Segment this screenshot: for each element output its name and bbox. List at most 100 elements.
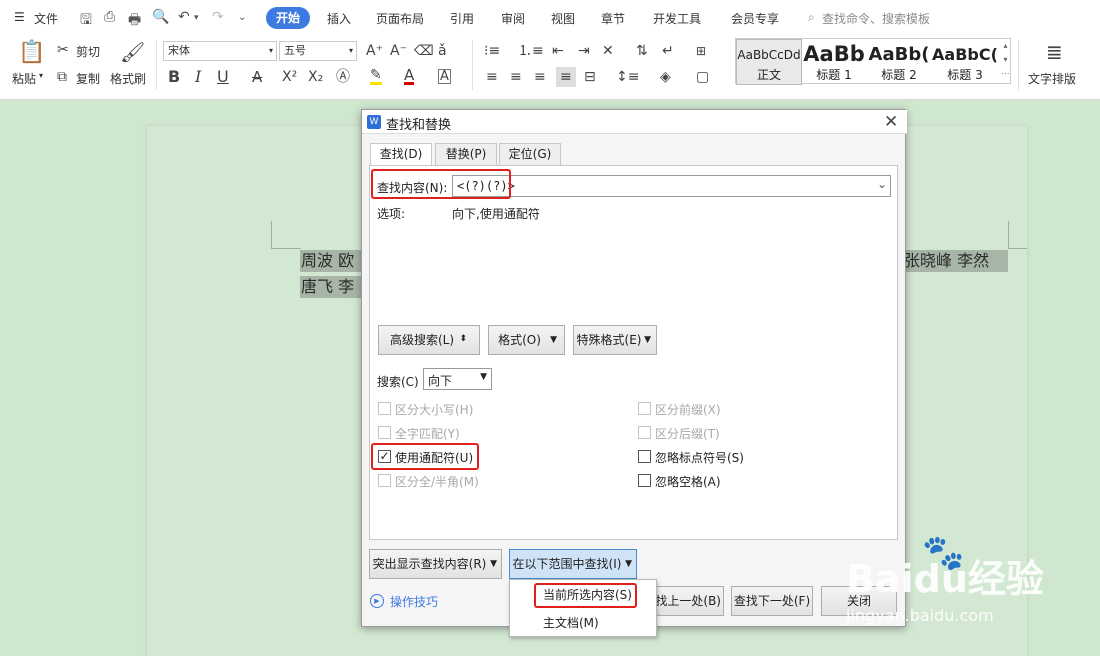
font-name-select[interactable]: 宋体 ▾ <box>163 41 277 61</box>
file-menu[interactable]: 文件 <box>34 10 58 27</box>
style-preview: AaBb( <box>868 44 930 65</box>
grow-font-icon[interactable]: A⁺ <box>366 43 383 59</box>
clear-format-icon[interactable]: ⌫ <box>414 43 434 59</box>
save-icon[interactable]: 🖫 <box>80 9 92 33</box>
sort-icon[interactable]: ⇅ <box>636 43 648 59</box>
tips-link[interactable]: 操作技巧 <box>390 593 438 610</box>
tab-developer[interactable]: 开发工具 <box>653 10 701 27</box>
align-left-icon[interactable]: ≡ <box>486 69 498 85</box>
document-text-line[interactable]: 唐飞 李 <box>300 276 365 298</box>
tab-review[interactable]: 审阅 <box>501 10 525 27</box>
tab-sections[interactable]: 章节 <box>601 10 625 27</box>
find-next-button[interactable]: 查找下一处(F) <box>731 586 813 616</box>
align-center-icon[interactable]: ≡ <box>510 69 522 85</box>
shrink-font-icon[interactable]: A⁻ <box>390 43 407 59</box>
style-heading-3[interactable]: AaBbC( 标题 3 <box>932 39 998 85</box>
match-width-checkbox[interactable] <box>378 474 391 487</box>
match-prefix-checkbox[interactable] <box>638 402 651 415</box>
whole-word-checkbox[interactable] <box>378 426 391 439</box>
find-in-button[interactable]: 在以下范围中查找(I) ▼ <box>509 549 637 579</box>
paste-button[interactable]: 粘贴 <box>12 70 36 87</box>
match-case-checkbox[interactable] <box>378 402 391 415</box>
text-layout-button[interactable]: 文字排版 <box>1028 70 1076 87</box>
tab-page-layout[interactable]: 页面布局 <box>376 10 424 27</box>
document-text-line[interactable]: 张晓峰 李然 <box>904 250 1008 272</box>
match-suffix-checkbox[interactable] <box>638 426 651 439</box>
hamburger-icon[interactable]: ☰ <box>14 10 25 24</box>
show-marks-icon[interactable]: ↵ <box>662 43 674 59</box>
highlight-find-button[interactable]: 突出显示查找内容(R) ▼ <box>369 549 502 579</box>
chevron-down-icon: ▼ <box>625 559 632 569</box>
italic-button[interactable]: I <box>195 69 201 85</box>
redo-icon[interactable]: ↷ <box>212 9 224 25</box>
find-previous-button[interactable]: 找上一处(B) <box>649 586 724 616</box>
find-what-input[interactable]: <(?)(?)> ⌄ <box>452 175 891 197</box>
text-layout-icon[interactable]: ≣ <box>1046 42 1063 62</box>
format-button[interactable]: 格式(O) ▼ <box>488 325 565 355</box>
superscript-icon[interactable]: X² <box>282 69 297 85</box>
style-name: 标题 2 <box>881 68 917 82</box>
chinese-layout-icon[interactable]: ✕ <box>602 43 614 59</box>
borders-icon[interactable]: ▢ <box>696 69 709 85</box>
paste-icon[interactable]: 📋 <box>18 42 45 64</box>
paste-dropdown-icon[interactable]: ▾ <box>39 71 43 80</box>
export-pdf-icon[interactable]: ⎙ <box>104 9 115 25</box>
tab-home[interactable]: 开始 <box>266 7 310 29</box>
align-right-icon[interactable]: ≡ <box>534 69 546 85</box>
line-spacing-icon[interactable]: ↕≡ <box>616 69 639 85</box>
tab-references[interactable]: 引用 <box>450 10 474 27</box>
ignore-spaces-checkbox[interactable] <box>638 474 651 487</box>
numbering-icon[interactable]: ⒈≡ <box>518 43 544 59</box>
bullets-icon[interactable]: ⁝≡ <box>484 43 500 59</box>
text-effects-icon[interactable]: Ⓐ <box>336 69 350 85</box>
special-format-button[interactable]: 特殊格式(E) ▼ <box>573 325 657 355</box>
tab-insert[interactable]: 插入 <box>327 10 351 27</box>
styles-scroll[interactable]: ▴ ▾ ⋯ <box>1000 39 1011 83</box>
tab-replace[interactable]: 替换(P) <box>435 143 497 165</box>
char-border-icon[interactable]: A <box>438 69 451 84</box>
search-direction-select[interactable]: 向下 ▼ <box>423 368 492 390</box>
undo-icon[interactable]: ↶ <box>178 9 190 25</box>
scissors-icon[interactable]: ✂ <box>57 42 69 58</box>
chevron-down-icon[interactable]: ⌄ <box>877 177 887 191</box>
style-heading-2[interactable]: AaBb( 标题 2 <box>866 39 932 85</box>
strikethrough-icon[interactable]: A <box>252 69 262 85</box>
dropdown-item-main-document[interactable]: 主文档(M) <box>510 611 656 635</box>
print-preview-icon[interactable]: 🔍 <box>152 9 169 25</box>
shading-icon[interactable]: ◈ <box>660 69 671 85</box>
close-icon[interactable]: ✕ <box>884 112 898 132</box>
customize-dropdown-icon[interactable]: ⌄ <box>238 12 246 23</box>
increase-indent-icon[interactable]: ⇥ <box>578 43 590 59</box>
tab-goto[interactable]: 定位(G) <box>499 143 561 165</box>
format-painter-icon[interactable]: 🖌 <box>120 42 145 62</box>
subscript-icon[interactable]: X₂ <box>308 69 323 85</box>
format-painter-button[interactable]: 格式刷 <box>110 70 146 87</box>
ruler-icon[interactable]: ⊞ <box>696 43 706 59</box>
tab-find[interactable]: 查找(D) <box>370 143 432 166</box>
distribute-icon[interactable]: ⊟ <box>584 69 596 85</box>
dialog-titlebar[interactable]: W 查找和替换 ✕ <box>362 110 907 134</box>
ignore-punctuation-checkbox[interactable] <box>638 450 651 463</box>
tab-member[interactable]: 会员专享 <box>731 10 779 27</box>
bold-button[interactable]: B <box>168 69 180 85</box>
underline-button[interactable]: U <box>217 69 229 85</box>
advanced-search-button[interactable]: 高级搜索(L) ⬍ <box>378 325 480 355</box>
match-case-label: 区分大小写(H) <box>395 403 474 417</box>
decrease-indent-icon[interactable]: ⇤ <box>552 43 564 59</box>
print-icon[interactable]: 🖶 <box>128 9 141 33</box>
font-size-select[interactable]: 五号 ▾ <box>279 41 357 61</box>
play-icon[interactable]: ▶ <box>370 594 384 608</box>
command-search[interactable]: 查找命令、搜索模板 <box>822 10 930 27</box>
phonetic-guide-icon[interactable]: ǎ <box>438 43 447 59</box>
style-heading-1[interactable]: AaBb 标题 1 <box>802 39 866 85</box>
highlight-icon[interactable]: ✎ <box>370 68 382 85</box>
cut-button[interactable]: 剪切 <box>76 43 100 60</box>
font-color-icon[interactable]: A <box>404 68 415 85</box>
style-normal[interactable]: AaBbCcDd 正文 <box>736 39 802 85</box>
copy-icon[interactable]: ⧉ <box>57 69 67 85</box>
document-text-line[interactable]: 周波 欧 <box>300 250 365 272</box>
justify-icon[interactable]: ≡ <box>556 67 576 87</box>
tab-view[interactable]: 视图 <box>551 10 575 27</box>
copy-button[interactable]: 复制 <box>76 70 100 87</box>
undo-dropdown-icon[interactable]: ▾ <box>194 13 199 23</box>
